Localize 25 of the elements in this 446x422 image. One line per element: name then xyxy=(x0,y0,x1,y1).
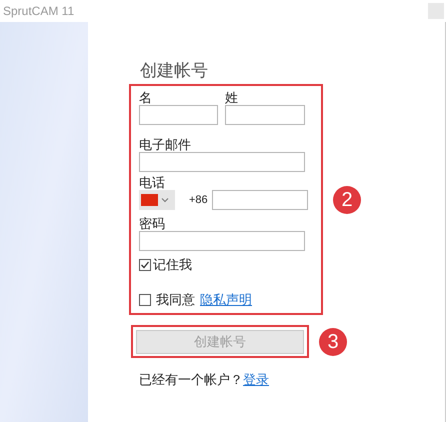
field-label: 名 xyxy=(139,90,153,105)
country-select[interactable] xyxy=(139,190,175,210)
field-label: 密码 xyxy=(139,216,166,231)
privacy-link[interactable]: 隐私声明 xyxy=(200,292,252,307)
field-label: 姓 xyxy=(225,90,239,105)
phone-field[interactable] xyxy=(212,190,308,210)
agree-checkbox[interactable] xyxy=(139,294,151,306)
field-label: 电子邮件 xyxy=(139,137,192,152)
login-prompt: 已经有一个帐户？ xyxy=(139,371,243,389)
first-name-field[interactable] xyxy=(139,105,218,125)
checkbox-label: 记住我 xyxy=(153,257,192,272)
email-field[interactable] xyxy=(139,152,305,172)
country-code: +86 xyxy=(189,192,208,208)
flag-icon xyxy=(141,194,158,206)
window-title: SprutCAM 11 xyxy=(3,3,74,20)
password-field[interactable] xyxy=(139,231,305,251)
caret-icon xyxy=(161,197,169,203)
checkbox-label: 我同意 xyxy=(156,292,195,307)
last-name-field[interactable] xyxy=(225,105,305,125)
annotation-marker: 3 xyxy=(319,328,347,356)
page-heading: 创建帐号 xyxy=(140,60,209,82)
remember-checkbox[interactable] xyxy=(139,258,151,270)
login-link[interactable]: 登录 xyxy=(243,370,269,390)
annotation-marker: 2 xyxy=(333,186,361,214)
field-label: 电话 xyxy=(139,175,166,190)
